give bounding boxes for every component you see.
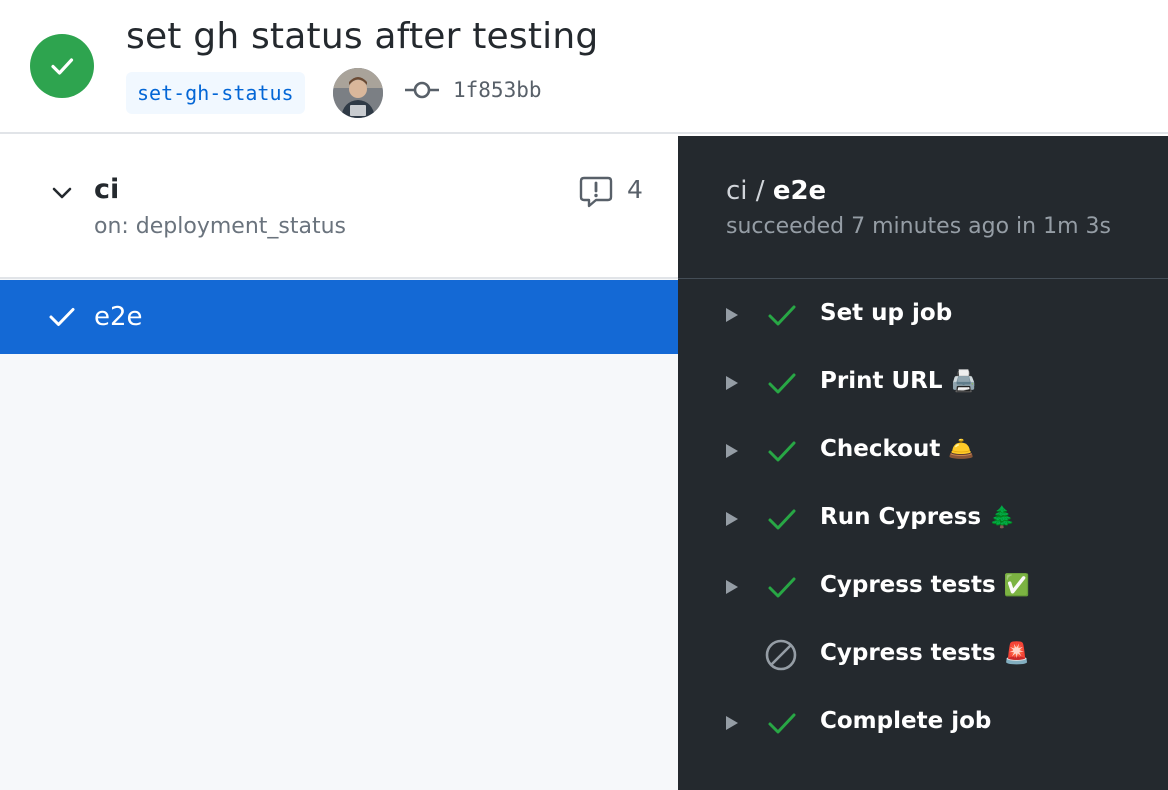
workflow-panel: ci on: deployment_status 4 e2e xyxy=(0,136,678,790)
check-icon xyxy=(766,438,798,466)
git-commit-icon xyxy=(404,78,440,102)
run-title: set gh status after testing xyxy=(126,16,599,57)
triangle-right-icon[interactable] xyxy=(724,577,740,597)
author-avatar[interactable] xyxy=(333,68,383,118)
chevron-down-icon[interactable] xyxy=(50,181,74,205)
step-name: Complete job xyxy=(820,708,992,734)
step-checkout[interactable]: Checkout 🛎️ xyxy=(678,424,1168,492)
step-complete-job[interactable]: Complete job xyxy=(678,696,1168,764)
check-icon xyxy=(47,304,77,330)
job-name: e2e xyxy=(94,302,143,332)
bell-emoji: 🛎️ xyxy=(948,437,975,461)
step-name: Set up job xyxy=(820,300,953,326)
job-detail-workflow: ci xyxy=(726,176,748,206)
step-cypress-tests-failed[interactable]: Cypress tests 🚨 xyxy=(678,628,1168,696)
job-detail-title: ci / e2e xyxy=(726,176,826,206)
check-icon xyxy=(766,302,798,330)
triangle-right-icon[interactable] xyxy=(724,441,740,461)
workflow-header[interactable]: ci on: deployment_status 4 xyxy=(0,136,678,279)
siren-emoji: 🚨 xyxy=(1003,641,1030,665)
commit-sha[interactable]: 1f853bb xyxy=(453,78,542,102)
comment-alert-icon[interactable] xyxy=(578,174,614,210)
tree-emoji: 🌲 xyxy=(989,505,1016,529)
step-cypress-tests-passed[interactable]: Cypress tests ✅ xyxy=(678,560,1168,628)
job-item-e2e[interactable]: e2e xyxy=(0,280,678,354)
triangle-right-icon[interactable] xyxy=(724,713,740,733)
check-icon xyxy=(766,710,798,738)
triangle-right-icon[interactable] xyxy=(724,305,740,325)
step-name: Run Cypress 🌲 xyxy=(820,504,1016,530)
check-icon xyxy=(766,574,798,602)
job-detail-summary: succeeded 7 minutes ago in 1m 3s xyxy=(726,214,1111,239)
printer-emoji: 🖨️ xyxy=(950,369,977,393)
step-run-cypress[interactable]: Run Cypress 🌲 xyxy=(678,492,1168,560)
run-header: set gh status after testing set-gh-statu… xyxy=(0,0,1168,134)
skip-circle-icon xyxy=(764,638,798,672)
step-print-url[interactable]: Print URL 🖨️ xyxy=(678,356,1168,424)
check-mark-emoji: ✅ xyxy=(1003,573,1030,597)
step-name: Checkout 🛎️ xyxy=(820,436,975,462)
step-name: Cypress tests 🚨 xyxy=(820,640,1030,666)
step-name: Cypress tests ✅ xyxy=(820,572,1030,598)
check-icon xyxy=(766,370,798,398)
branch-badge[interactable]: set-gh-status xyxy=(126,72,305,114)
triangle-right-icon[interactable] xyxy=(724,509,740,529)
triangle-right-icon[interactable] xyxy=(724,373,740,393)
job-detail-separator: / xyxy=(755,176,765,206)
job-detail-panel: ci / e2e succeeded 7 minutes ago in 1m 3… xyxy=(678,136,1168,790)
job-detail-job-name: e2e xyxy=(772,176,827,206)
run-status-success-icon xyxy=(30,34,94,98)
step-name: Print URL 🖨️ xyxy=(820,368,977,394)
workflow-name: ci xyxy=(94,174,120,205)
workflow-trigger: on: deployment_status xyxy=(94,214,347,239)
check-icon xyxy=(766,506,798,534)
step-set-up-job[interactable]: Set up job xyxy=(678,288,1168,356)
job-detail-header: ci / e2e succeeded 7 minutes ago in 1m 3… xyxy=(678,136,1168,279)
annotation-count[interactable]: 4 xyxy=(627,175,643,204)
